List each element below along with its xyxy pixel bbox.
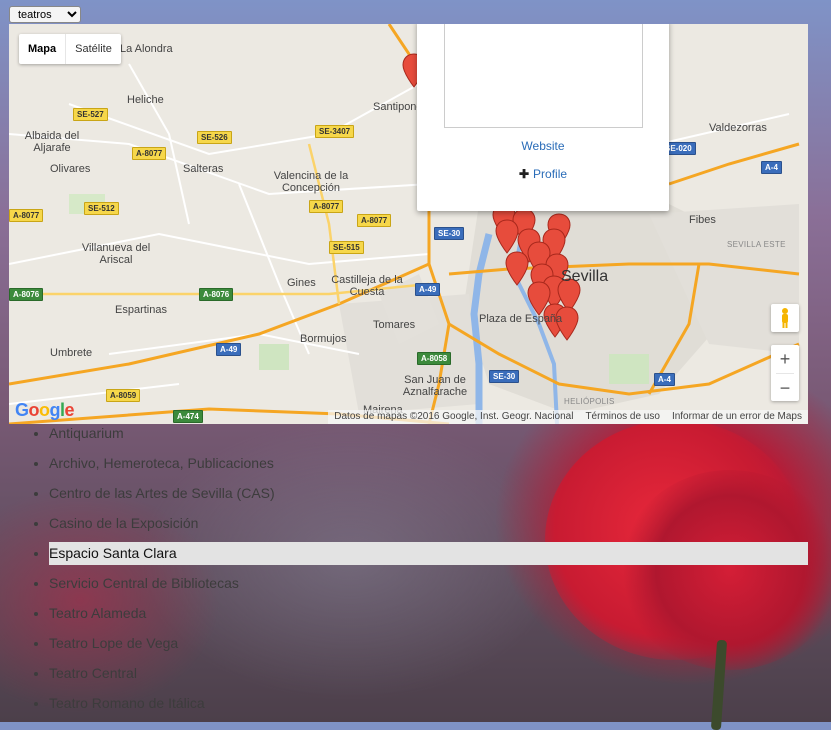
plus-icon: ✚ bbox=[518, 167, 530, 181]
map-type-control: Mapa Satélite bbox=[19, 34, 121, 64]
zoom-out-button[interactable]: − bbox=[771, 374, 799, 402]
place-item[interactable]: Teatro Alameda bbox=[49, 602, 808, 632]
road-shield: A-49 bbox=[216, 343, 242, 356]
map-place-label: Salteras bbox=[183, 163, 224, 175]
map-place-label: Heliche bbox=[127, 94, 164, 106]
map-place-label: Espartinas bbox=[115, 304, 167, 316]
place-item-selected[interactable]: Espacio Santa Clara bbox=[49, 542, 808, 572]
road-shield: A-8077 bbox=[357, 214, 392, 227]
layer-select[interactable]: teatros bbox=[9, 6, 81, 23]
road-shield: SE-30 bbox=[434, 227, 465, 240]
place-item[interactable]: Archivo, Hemeroteca, Publicaciones bbox=[49, 452, 808, 482]
map-place-label: HELIÓPOLIS bbox=[564, 397, 615, 406]
map-place-label: Valencina de la Concepción bbox=[273, 170, 349, 194]
google-logo[interactable]: Google bbox=[15, 400, 75, 421]
place-item[interactable]: Teatro Central bbox=[49, 662, 808, 692]
road-shield: A-49 bbox=[415, 283, 441, 296]
place-item[interactable]: Teatro Lope de Vega bbox=[49, 632, 808, 662]
road-shield: A-8077 bbox=[132, 147, 167, 160]
road-shield: A-8058 bbox=[417, 352, 452, 365]
road-shield: SE-515 bbox=[329, 241, 364, 254]
place-item[interactable]: Teatro Romano de Itálica bbox=[49, 692, 808, 722]
road-shield: A-4 bbox=[654, 373, 675, 386]
places-list: Antiquarium Archivo, Hemeroteca, Publica… bbox=[9, 422, 808, 722]
place-item[interactable]: Casino de la Exposición bbox=[49, 512, 808, 542]
road-shield: A-8077 bbox=[309, 200, 344, 213]
map-type-satellite-button[interactable]: Satélite bbox=[66, 34, 121, 64]
zoom-control: + − bbox=[771, 345, 799, 401]
profile-link[interactable]: ✚ Profile bbox=[417, 167, 669, 181]
website-link[interactable]: Website bbox=[417, 139, 669, 153]
map-place-label: Villanueva del Ariscal bbox=[81, 242, 151, 266]
map-place-label: Olivares bbox=[50, 163, 91, 175]
map-place-label: La Alondra bbox=[120, 43, 173, 55]
road-shield: SE-512 bbox=[84, 202, 119, 215]
profile-link-label: Profile bbox=[533, 167, 568, 181]
map-place-label: Bormujos bbox=[300, 333, 347, 345]
place-item[interactable]: Antiquarium bbox=[49, 422, 808, 452]
road-shield: SE-526 bbox=[197, 131, 232, 144]
map-place-label: Tomares bbox=[373, 319, 416, 331]
info-window: Website ✚ Profile bbox=[417, 24, 669, 211]
map-type-map-button[interactable]: Mapa bbox=[19, 34, 65, 64]
map-place-label: Valdezorras bbox=[709, 122, 767, 134]
road-shield: SE-3407 bbox=[315, 125, 355, 138]
map-place-label: Gines bbox=[287, 277, 316, 289]
place-item[interactable]: Servicio Central de Bibliotecas bbox=[49, 572, 808, 602]
map-view[interactable]: La Alondra Heliche Albaida del Aljarafe … bbox=[9, 24, 808, 424]
map-place-label: Castilleja de la Cuesta bbox=[331, 274, 403, 298]
road-shield: A-8059 bbox=[106, 389, 141, 402]
map-place-label: Fibes bbox=[689, 214, 716, 226]
road-shield: SE-30 bbox=[489, 370, 520, 383]
map-place-label: Albaida del Aljarafe bbox=[24, 130, 80, 154]
road-shield: A-8076 bbox=[9, 288, 44, 301]
map-place-label: Plaza de España bbox=[479, 313, 563, 325]
place-item[interactable]: Centro de las Artes de Sevilla (CAS) bbox=[49, 482, 808, 512]
road-shield: A-4 bbox=[761, 161, 782, 174]
info-window-content-frame bbox=[444, 24, 643, 128]
street-view-pegman-icon[interactable] bbox=[771, 304, 799, 332]
map-place-label: Umbrete bbox=[50, 347, 93, 359]
road-shield: SE-527 bbox=[73, 108, 108, 121]
road-shield: A-8076 bbox=[199, 288, 234, 301]
zoom-in-button[interactable]: + bbox=[771, 345, 799, 373]
map-place-label: San Juan de Aznalfarache bbox=[402, 374, 468, 398]
map-place-label: SEVILLA ESTE bbox=[727, 240, 786, 249]
road-shield: A-8077 bbox=[9, 209, 44, 222]
map-place-label: Sevilla bbox=[561, 268, 609, 285]
